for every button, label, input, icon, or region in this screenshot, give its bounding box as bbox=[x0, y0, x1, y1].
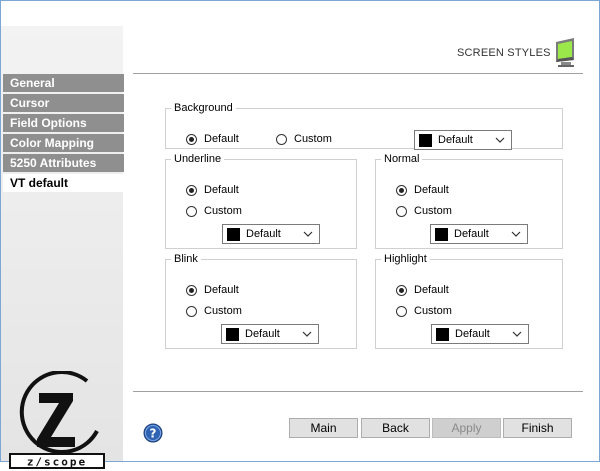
chevron-down-icon bbox=[511, 231, 521, 237]
blink-color-select[interactable]: Default bbox=[221, 324, 319, 344]
radio-label: Custom bbox=[294, 133, 332, 145]
sidebar-item-general[interactable]: General bbox=[3, 74, 124, 92]
radio-dot bbox=[186, 133, 197, 145]
radio-label: Default bbox=[204, 133, 239, 145]
chevron-down-icon bbox=[302, 331, 312, 337]
normal-group: Normal Default Custom Default bbox=[375, 153, 563, 249]
underline-legend: Underline bbox=[174, 153, 222, 165]
sidebar: General Cursor Field Options Color Mappi… bbox=[1, 26, 124, 469]
radio-label: Custom bbox=[204, 205, 242, 217]
highlight-custom-radio[interactable]: Custom bbox=[396, 305, 452, 317]
select-value: Default bbox=[454, 228, 489, 240]
blink-custom-radio[interactable]: Custom bbox=[186, 305, 242, 317]
back-button[interactable]: Back bbox=[361, 418, 430, 438]
zscope-logo: z/scope bbox=[9, 371, 105, 469]
color-swatch bbox=[436, 327, 449, 341]
radio-label: Custom bbox=[204, 305, 242, 317]
select-value: Default bbox=[455, 328, 490, 340]
sidebar-item-color-mapping[interactable]: Color Mapping bbox=[3, 134, 124, 152]
background-color-select[interactable]: Default bbox=[414, 130, 512, 150]
radio-label: Default bbox=[414, 184, 449, 196]
color-swatch bbox=[227, 227, 240, 241]
header-divider bbox=[133, 73, 583, 74]
svg-text:?: ? bbox=[150, 427, 157, 441]
blink-legend: Blink bbox=[174, 253, 198, 265]
normal-legend: Normal bbox=[384, 153, 420, 165]
radio-label: Default bbox=[414, 284, 449, 296]
radio-label: Custom bbox=[414, 205, 452, 217]
radio-label: Custom bbox=[414, 305, 452, 317]
radio-dot bbox=[186, 184, 197, 196]
highlight-group: Highlight Default Custom Default bbox=[375, 253, 563, 349]
color-swatch bbox=[435, 227, 448, 241]
select-value: Default bbox=[438, 134, 473, 146]
radio-dot bbox=[396, 284, 407, 296]
footer-divider bbox=[133, 391, 583, 392]
sidebar-item-vt-default[interactable]: VT default bbox=[3, 174, 124, 192]
main-button[interactable]: Main bbox=[289, 418, 358, 438]
underline-group: Underline Default Custom Default bbox=[165, 153, 357, 249]
normal-color-select[interactable]: Default bbox=[430, 224, 528, 244]
color-swatch bbox=[226, 327, 239, 341]
underline-color-select[interactable]: Default bbox=[222, 224, 320, 244]
select-value: Default bbox=[245, 328, 280, 340]
background-default-radio[interactable]: Default bbox=[186, 133, 239, 145]
radio-dot bbox=[396, 184, 407, 196]
monitor-icon bbox=[556, 38, 574, 67]
radio-dot bbox=[396, 205, 407, 217]
normal-custom-radio[interactable]: Custom bbox=[396, 205, 452, 217]
radio-dot bbox=[186, 284, 197, 296]
sidebar-item-field-options[interactable]: Field Options bbox=[3, 114, 124, 132]
highlight-default-radio[interactable]: Default bbox=[396, 284, 449, 296]
radio-dot bbox=[186, 305, 197, 317]
select-value: Default bbox=[246, 228, 281, 240]
logo-text: z/scope bbox=[27, 456, 87, 469]
blink-default-radio[interactable]: Default bbox=[186, 284, 239, 296]
sidebar-item-cursor[interactable]: Cursor bbox=[3, 94, 124, 112]
background-group: Background Default Custom Default bbox=[165, 102, 563, 150]
highlight-legend: Highlight bbox=[384, 253, 427, 265]
apply-button[interactable]: Apply bbox=[432, 418, 501, 438]
radio-label: Default bbox=[204, 184, 239, 196]
blink-group: Blink Default Custom Default bbox=[165, 253, 357, 349]
highlight-color-select[interactable]: Default bbox=[431, 324, 529, 344]
radio-label: Default bbox=[204, 284, 239, 296]
radio-dot bbox=[186, 205, 197, 217]
chevron-down-icon bbox=[512, 331, 522, 337]
help-icon[interactable]: ? bbox=[143, 423, 163, 443]
sidebar-item-5250-attributes[interactable]: 5250 Attributes bbox=[3, 154, 124, 172]
chevron-down-icon bbox=[495, 137, 505, 143]
underline-custom-radio[interactable]: Custom bbox=[186, 205, 242, 217]
radio-dot bbox=[396, 305, 407, 317]
background-legend: Background bbox=[174, 102, 233, 114]
normal-default-radio[interactable]: Default bbox=[396, 184, 449, 196]
radio-dot bbox=[276, 133, 287, 145]
chevron-down-icon bbox=[303, 231, 313, 237]
background-custom-radio[interactable]: Custom bbox=[276, 133, 332, 145]
color-swatch bbox=[419, 133, 432, 147]
underline-default-radio[interactable]: Default bbox=[186, 184, 239, 196]
finish-button[interactable]: Finish bbox=[503, 418, 572, 438]
page-title: SCREEN STYLES bbox=[457, 47, 551, 59]
